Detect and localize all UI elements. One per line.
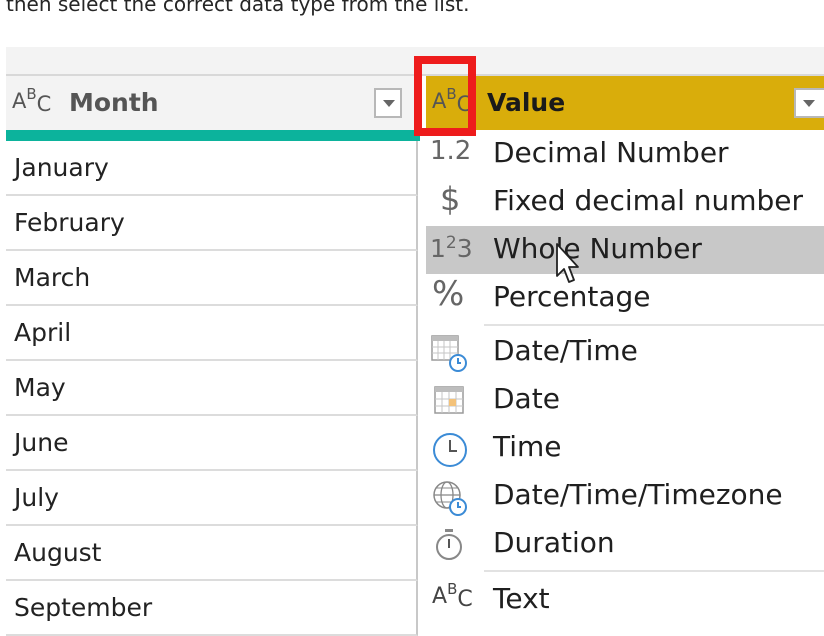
abc-text-icon: ABC bbox=[432, 580, 473, 612]
whole-number-icon: 123 bbox=[430, 233, 473, 263]
table-row[interactable]: May bbox=[6, 361, 418, 416]
table-row[interactable]: January bbox=[6, 141, 418, 196]
value-filter-dropdown-button[interactable] bbox=[794, 88, 824, 118]
menu-item-fixed-decimal-number[interactable]: $ Fixed decimal number bbox=[426, 178, 824, 226]
dollar-icon: $ bbox=[440, 180, 461, 218]
menu-separator bbox=[484, 570, 824, 572]
value-header-label: Value bbox=[487, 88, 566, 117]
stopwatch-icon bbox=[430, 526, 470, 562]
type-icon-highlight bbox=[414, 56, 476, 136]
table-row[interactable]: March bbox=[6, 251, 418, 306]
globe-clock-icon bbox=[430, 478, 470, 516]
menu-separator bbox=[484, 324, 824, 326]
month-rows: January February March April May June Ju… bbox=[6, 141, 418, 636]
table-row[interactable]: June bbox=[6, 416, 418, 471]
table-row[interactable]: February bbox=[6, 196, 418, 251]
intro-text: then select the correct data type from t… bbox=[6, 0, 470, 16]
data-type-menu: 1.2 Decimal Number $ Fixed decimal numbe… bbox=[426, 130, 824, 636]
menu-item-decimal-number[interactable]: 1.2 Decimal Number bbox=[426, 130, 824, 178]
chevron-down-icon bbox=[803, 100, 815, 107]
datetime-icon bbox=[430, 334, 470, 372]
menu-item-date-time-timezone[interactable]: Date/Time/Timezone bbox=[426, 472, 824, 520]
percent-icon: % bbox=[432, 274, 465, 314]
clock-icon bbox=[430, 430, 470, 467]
calendar-icon bbox=[430, 382, 470, 418]
menu-item-whole-number[interactable]: 123 Whole Number bbox=[426, 226, 824, 274]
table-row[interactable]: August bbox=[6, 526, 418, 581]
abc-text-icon[interactable]: ABC bbox=[12, 85, 51, 116]
menu-item-percentage[interactable]: % Percentage bbox=[426, 274, 824, 322]
table-row[interactable]: April bbox=[6, 306, 418, 361]
menu-item-text[interactable]: ABC Text bbox=[426, 576, 824, 624]
month-header-label: Month bbox=[69, 88, 159, 117]
menu-item-date-time[interactable]: Date/Time bbox=[426, 328, 824, 376]
column-quality-bar bbox=[6, 130, 420, 141]
month-filter-dropdown-button[interactable] bbox=[374, 88, 402, 118]
table-row[interactable]: September bbox=[6, 581, 418, 636]
decimal-icon: 1.2 bbox=[430, 136, 472, 166]
menu-item-date[interactable]: Date bbox=[426, 376, 824, 424]
chevron-down-icon bbox=[383, 100, 395, 107]
table-row[interactable]: July bbox=[6, 471, 418, 526]
menu-item-duration[interactable]: Duration bbox=[426, 520, 824, 568]
value-column-header[interactable]: ABC Value bbox=[426, 76, 824, 130]
mouse-cursor-icon bbox=[545, 242, 585, 292]
menu-item-time[interactable]: Time bbox=[426, 424, 824, 472]
month-column-header[interactable]: ABC Month bbox=[6, 76, 420, 130]
